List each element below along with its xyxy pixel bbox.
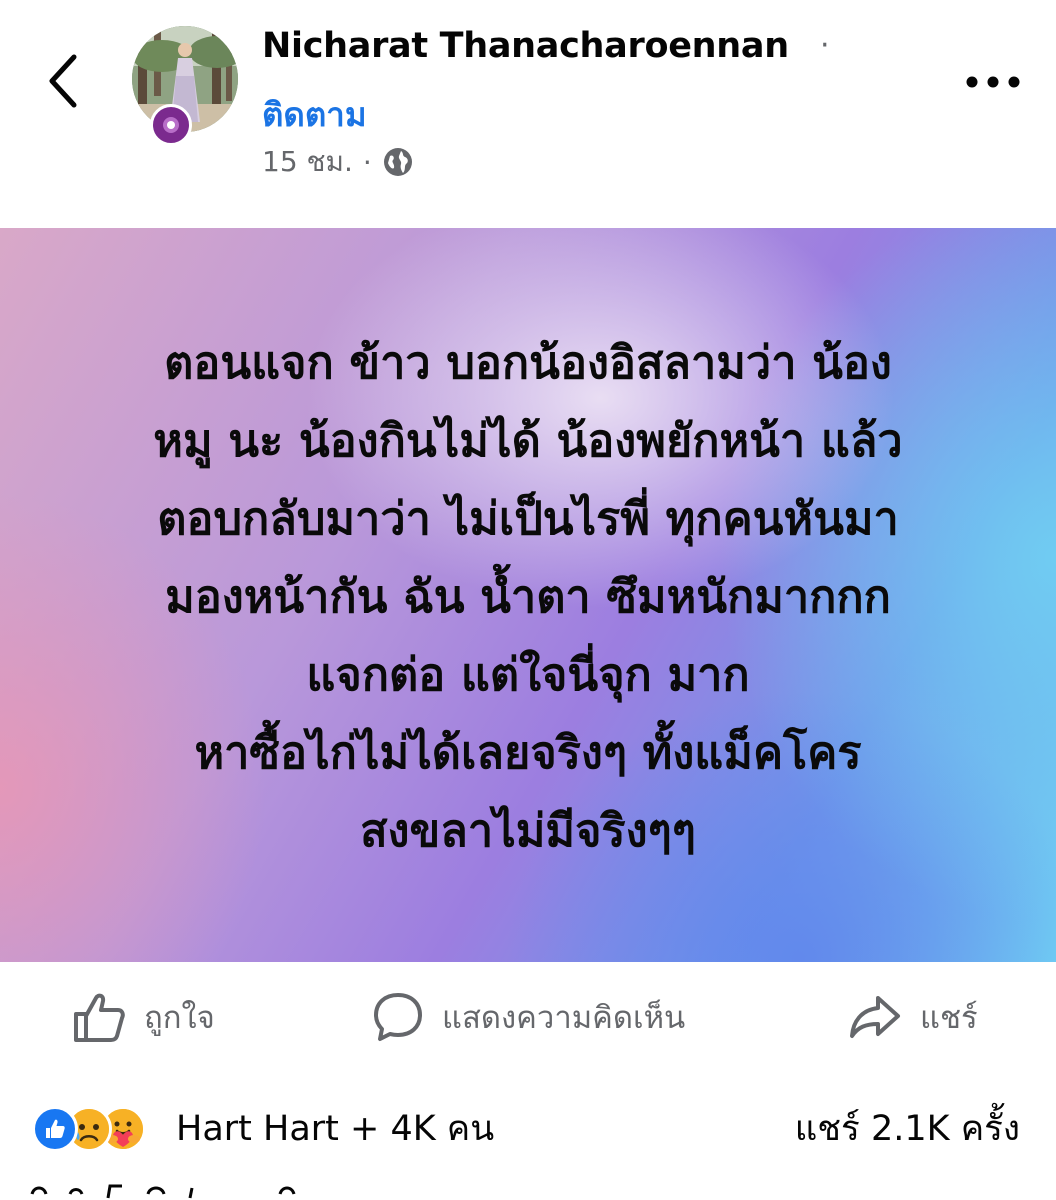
like-reaction-icon <box>32 1106 78 1152</box>
follow-button[interactable]: ติดตาม <box>262 88 367 141</box>
post-time[interactable]: 15 ชม. <box>262 140 353 184</box>
name-separator: · <box>820 28 830 63</box>
comment-bubble-icon <box>374 993 422 1041</box>
post-meta: 15 ชม. · <box>262 142 414 182</box>
chevron-left-icon <box>49 54 77 108</box>
post-header: Nicharat Thanacharoennan · ติดตาม 15 ชม.… <box>0 0 1056 220</box>
post-actions-bar: ถูกใจ แสดงความคิดเห็น แชร์ <box>0 966 1056 1072</box>
cropped-next-line <box>30 1180 300 1200</box>
like-button[interactable]: ถูกใจ <box>72 986 215 1048</box>
comment-button[interactable]: แสดงความคิดเห็น <box>372 986 685 1048</box>
globe-icon[interactable] <box>382 146 414 178</box>
reactions-footer: Hart Hart + 4K คน แชร์ 2.1K ครั้ง <box>0 1088 1056 1168</box>
post-text-card[interactable]: ตอนแจก ข้าว บอกน้องอิสลามว่า น้อง หมู นะ… <box>0 228 1056 962</box>
share-arrow-icon <box>850 996 900 1038</box>
back-button[interactable] <box>38 50 88 112</box>
share-button[interactable]: แชร์ <box>848 986 978 1048</box>
reaction-icons[interactable] <box>32 1106 146 1152</box>
post-text-line: มองหน้ากัน ฉัน น้ำตา ซึมหนักมากกก <box>165 570 891 623</box>
post-text-line: ตอนแจก ข้าว บอกน้องอิสลามว่า น้อง <box>164 336 892 389</box>
more-options-button[interactable] <box>962 60 1024 104</box>
author-name[interactable]: Nicharat Thanacharoennan <box>262 26 789 66</box>
comment-label: แสดงความคิดเห็น <box>442 1000 686 1036</box>
share-label: แชร์ <box>920 1000 978 1036</box>
badge-icon <box>163 117 179 133</box>
cropped-text-glyphs <box>30 1184 296 1199</box>
profile-frame-badge <box>150 104 192 146</box>
post-text-line: สงขลาไม่มีจริงๆๆ <box>360 804 696 857</box>
post-text-line: หาซื้อไก่ไม่ได้เลยจริงๆ ทั้งแม็คโคร <box>194 726 862 779</box>
thumbs-up-icon <box>46 1119 65 1138</box>
share-count[interactable]: แชร์ 2.1K ครั้ง <box>795 1106 1020 1152</box>
more-horizontal-icon <box>966 76 1020 88</box>
meta-separator: · <box>362 145 372 179</box>
like-label: ถูกใจ <box>144 1000 215 1036</box>
post-text-line: หมู นะ น้องกินไม่ได้ น้องพยักหน้า แล้ว <box>153 414 903 467</box>
thumbs-up-icon <box>74 993 125 1042</box>
post-text: ตอนแจก ข้าว บอกน้องอิสลามว่า น้อง หมู นะ… <box>68 324 988 870</box>
post-text-line: แจกต่อ แต่ใจนี่จุก มาก <box>306 648 750 701</box>
post-text-line: ตอบกลับมาว่า ไม่เป็นไรพี่ ทุกคนหันมา <box>157 492 899 545</box>
reactors-summary[interactable]: Hart Hart + 4K คน <box>176 1106 494 1152</box>
